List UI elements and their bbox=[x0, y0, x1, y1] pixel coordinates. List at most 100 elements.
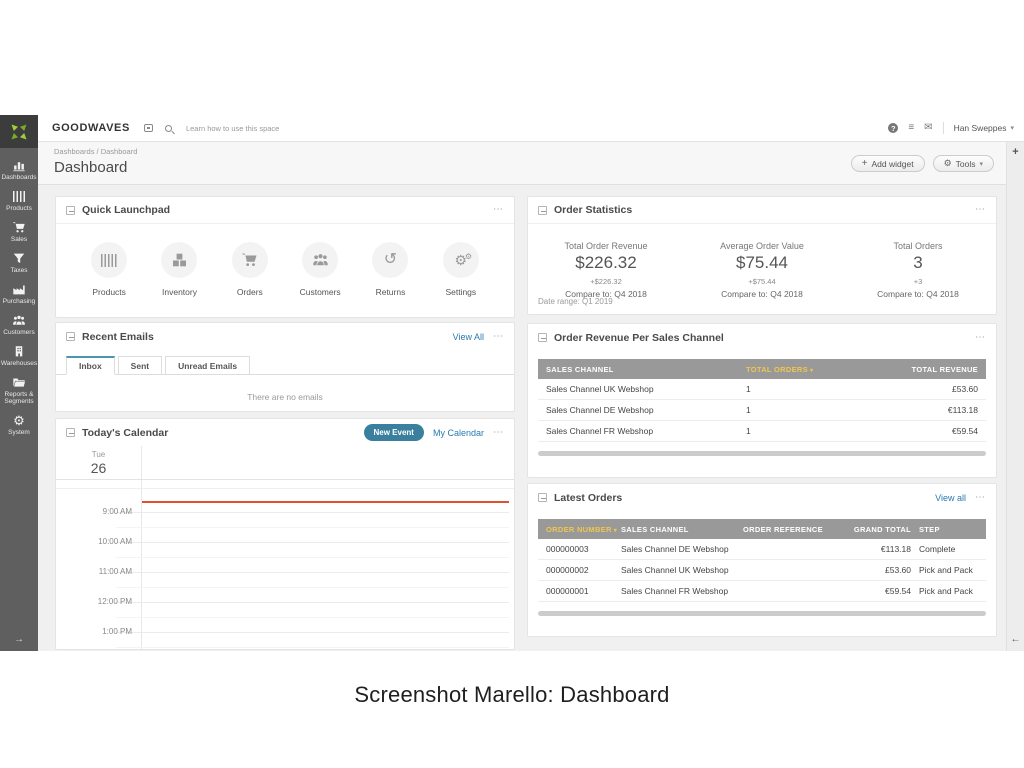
sidebar-item-warehouses[interactable]: Warehouses bbox=[0, 341, 38, 372]
cell-revenue: £53.60 bbox=[896, 384, 978, 394]
column-order-reference[interactable]: ORDER REFERENCE bbox=[743, 525, 843, 534]
table-row[interactable]: 000000003 Sales Channel DE Webshop €113.… bbox=[538, 539, 986, 560]
my-calendar-link[interactable]: My Calendar bbox=[433, 428, 484, 438]
table-row[interactable]: 000000002 Sales Channel UK Webshop £53.6… bbox=[538, 560, 986, 581]
widget-menu-icon[interactable]: ⋯ bbox=[975, 205, 986, 215]
funnel-icon bbox=[12, 252, 26, 265]
widget-title: Latest Orders bbox=[554, 492, 622, 504]
launchpad-label: Products bbox=[92, 287, 126, 297]
table-header: SALES CHANNEL TOTAL ORDERS▾ TOTAL REVENU… bbox=[538, 359, 986, 379]
collapse-icon[interactable] bbox=[66, 206, 75, 215]
column-step[interactable]: STEP bbox=[911, 525, 978, 534]
search-icon[interactable] bbox=[165, 125, 172, 132]
widget-title: Order Revenue Per Sales Channel bbox=[554, 332, 724, 344]
sidebar-item-customers[interactable]: Customers bbox=[0, 310, 38, 341]
boxes-icon bbox=[161, 242, 197, 278]
orders-table: ORDER NUMBER▾ SALES CHANNEL ORDER REFERE… bbox=[538, 519, 986, 602]
launchpad-item-products[interactable]: Products bbox=[77, 242, 141, 297]
tab-sent[interactable]: Sent bbox=[118, 356, 162, 375]
sidebar-item-taxes[interactable]: Taxes bbox=[0, 248, 38, 279]
column-total-revenue[interactable]: TOTAL REVENUE bbox=[896, 365, 978, 374]
sidebar-item-label: Taxes bbox=[11, 267, 28, 274]
sidebar-item-products[interactable]: Products bbox=[0, 186, 38, 217]
launchpad-item-inventory[interactable]: Inventory bbox=[147, 242, 211, 297]
pinbar-icon[interactable] bbox=[144, 124, 153, 132]
sidebar-nav: Dashboards Products Sales Taxes bbox=[0, 148, 38, 441]
widget-title: Recent Emails bbox=[82, 331, 154, 343]
launchpad-item-settings[interactable]: ⚙ Settings bbox=[429, 242, 493, 297]
tools-label: Tools bbox=[956, 159, 976, 169]
app-screenshot: Dashboards Products Sales Taxes bbox=[0, 115, 1024, 651]
widget-menu-icon[interactable]: ⋯ bbox=[975, 333, 986, 343]
app-logo[interactable] bbox=[0, 115, 38, 148]
sidebar-item-label: System bbox=[8, 429, 30, 436]
column-sales-channel[interactable]: SALES CHANNEL bbox=[621, 525, 743, 534]
cell-revenue: €113.18 bbox=[896, 405, 978, 415]
tab-unread-emails[interactable]: Unread Emails bbox=[165, 356, 250, 375]
stat-compare: Compare to: Q4 2018 bbox=[684, 289, 840, 299]
stat-value: 3 bbox=[840, 253, 996, 273]
stat-total-order-revenue: Total Order Revenue $226.32 +$226.32 Com… bbox=[528, 241, 684, 299]
cell-order-number: 000000003 bbox=[546, 544, 621, 554]
collapse-icon[interactable] bbox=[538, 206, 547, 215]
sidebar-expand-arrow-icon[interactable]: → bbox=[0, 634, 38, 645]
user-menu[interactable]: Han Sweppes ▾ bbox=[954, 123, 1014, 133]
launchpad-item-returns[interactable]: ↺ Returns bbox=[358, 242, 422, 297]
rail-add-icon[interactable]: + bbox=[1007, 146, 1024, 158]
help-icon[interactable]: ? bbox=[888, 123, 898, 133]
table-row[interactable]: Sales Channel UK Webshop 1 £53.60 bbox=[538, 379, 986, 400]
time-label: 9:00 AM bbox=[56, 507, 132, 516]
table-row[interactable]: Sales Channel FR Webshop 1 €59.54 bbox=[538, 421, 986, 442]
tab-inbox[interactable]: Inbox bbox=[66, 356, 115, 375]
calendar-day-header: Tue 26 bbox=[56, 450, 141, 476]
learn-link[interactable]: Learn how to use this space bbox=[186, 124, 279, 133]
chevron-down-icon: ▾ bbox=[1010, 124, 1014, 132]
column-total-orders[interactable]: TOTAL ORDERS▾ bbox=[746, 365, 896, 374]
launchpad-items: Products Inventory Orders bbox=[56, 224, 514, 297]
collapse-icon[interactable] bbox=[538, 333, 547, 342]
new-event-button[interactable]: New Event bbox=[364, 424, 424, 441]
sidebar-item-purchasing[interactable]: Purchasing bbox=[0, 279, 38, 310]
collapse-icon[interactable] bbox=[538, 493, 547, 502]
widget-menu-icon[interactable]: ⋯ bbox=[493, 428, 504, 438]
collapse-icon[interactable] bbox=[66, 332, 75, 341]
list-icon[interactable]: ≡ bbox=[908, 123, 914, 133]
cell-channel: Sales Channel UK Webshop bbox=[621, 565, 743, 575]
sidebar-item-dashboards[interactable]: Dashboards bbox=[0, 155, 38, 186]
column-grand-total[interactable]: GRAND TOTAL bbox=[843, 525, 911, 534]
add-widget-button[interactable]: + Add widget bbox=[851, 155, 925, 172]
tools-button[interactable]: ⚙ Tools ▾ bbox=[933, 155, 994, 172]
stat-value: $75.44 bbox=[684, 253, 840, 273]
widget-menu-icon[interactable]: ⋯ bbox=[493, 205, 504, 215]
mail-icon[interactable]: ✉ bbox=[924, 123, 932, 133]
column-sales-channel[interactable]: SALES CHANNEL bbox=[546, 365, 746, 374]
collapse-icon[interactable] bbox=[66, 428, 75, 437]
launchpad-item-customers[interactable]: Customers bbox=[288, 242, 352, 297]
view-all-link[interactable]: View all bbox=[935, 493, 966, 503]
widget-order-revenue-per-sales-channel: Order Revenue Per Sales Channel ⋯ SALES … bbox=[527, 323, 997, 478]
column-order-number[interactable]: ORDER NUMBER▾ bbox=[546, 525, 621, 534]
widget-order-statistics: Order Statistics ⋯ Total Order Revenue $… bbox=[527, 196, 997, 315]
launchpad-item-orders[interactable]: Orders bbox=[218, 242, 282, 297]
table-row[interactable]: Sales Channel DE Webshop 1 €113.18 bbox=[538, 400, 986, 421]
cell-orders: 1 bbox=[746, 426, 896, 436]
launchpad-label: Orders bbox=[237, 287, 263, 297]
sidebar-item-reports-segments[interactable]: Reports & Segments bbox=[0, 372, 38, 410]
statistics-row: Total Order Revenue $226.32 +$226.32 Com… bbox=[528, 224, 996, 299]
navbar-right: ? ≡ ✉ Han Sweppes ▾ bbox=[888, 122, 1014, 134]
stat-compare: Compare to: Q4 2018 bbox=[840, 289, 996, 299]
horizontal-scrollbar[interactable] bbox=[538, 451, 986, 456]
brand-logo-text[interactable]: GOODWAVES bbox=[52, 122, 130, 134]
sidebar-item-system[interactable]: ⚙ System bbox=[0, 410, 38, 441]
view-all-link[interactable]: View All bbox=[453, 332, 484, 342]
cell-grand-total: €113.18 bbox=[843, 544, 911, 554]
half-hour-line bbox=[116, 617, 509, 618]
sidebar-item-sales[interactable]: Sales bbox=[0, 217, 38, 248]
widget-menu-icon[interactable]: ⋯ bbox=[975, 493, 986, 503]
widget-menu-icon[interactable]: ⋯ bbox=[493, 332, 504, 342]
horizontal-scrollbar[interactable] bbox=[538, 611, 986, 616]
table-row[interactable]: 000000001 Sales Channel FR Webshop €59.5… bbox=[538, 581, 986, 602]
sort-caret-icon: ▾ bbox=[810, 368, 813, 374]
rail-collapse-arrow-icon[interactable]: ← bbox=[1007, 634, 1024, 645]
cell-channel: Sales Channel FR Webshop bbox=[546, 426, 746, 436]
